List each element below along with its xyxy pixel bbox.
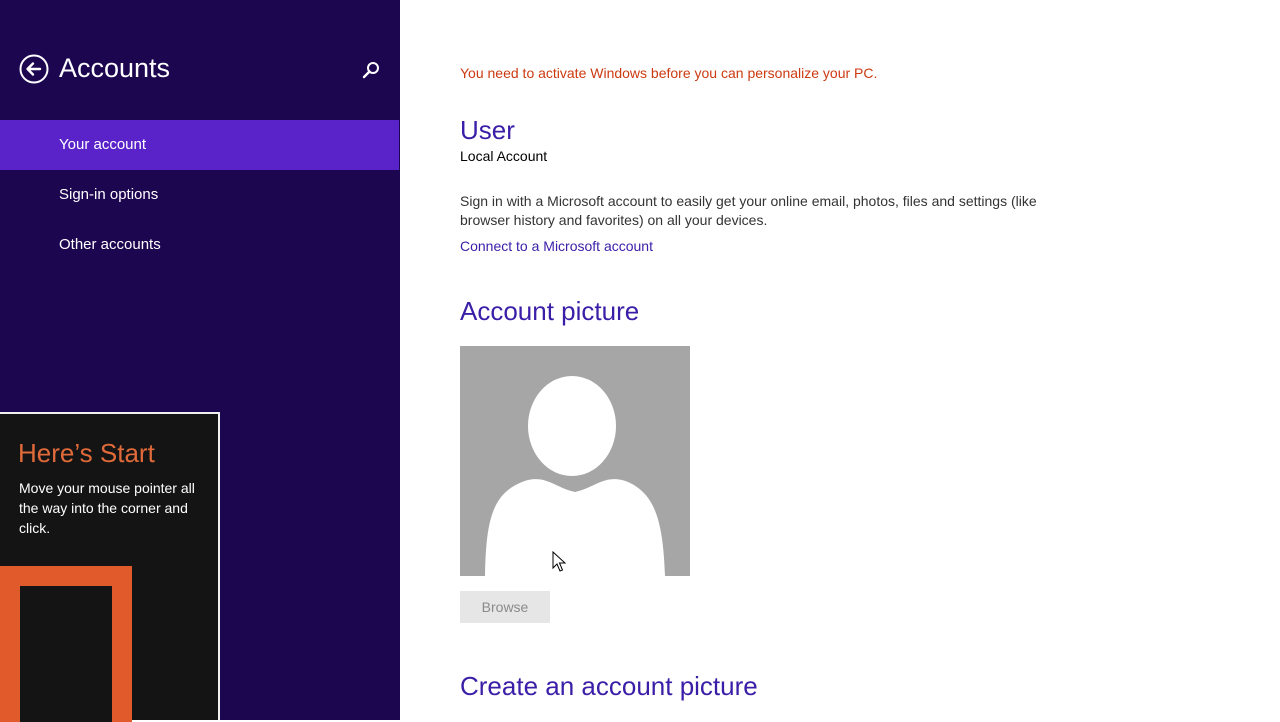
sidebar-item-label: Other accounts <box>59 236 161 253</box>
connect-microsoft-account-link[interactable]: Connect to a Microsoft account <box>460 238 653 254</box>
sidebar-item-label: Your account <box>59 136 147 153</box>
account-picture <box>460 346 690 576</box>
start-corner-icon[interactable] <box>0 566 132 722</box>
sidebar-item-your-account[interactable]: Your account <box>0 120 399 170</box>
page-title: Accounts <box>59 53 171 83</box>
search-icon <box>362 62 379 79</box>
user-heading: User <box>460 115 515 145</box>
sidebar-item-label: Sign-in options <box>59 186 159 203</box>
back-button[interactable] <box>19 54 49 84</box>
sidebar: Accounts Your account Sign-in options Ot… <box>0 0 400 722</box>
start-corner-inner <box>20 586 112 722</box>
back-arrow-icon <box>19 54 49 84</box>
main-content: You need to activate Windows before you … <box>400 0 1280 720</box>
account-picture-heading: Account picture <box>460 296 640 326</box>
microsoft-account-description: Sign in with a Microsoft account to easi… <box>460 193 1037 228</box>
activation-warning[interactable]: You need to activate Windows before you … <box>460 65 877 81</box>
start-tip-title: Here’s Start <box>18 438 155 468</box>
start-tip-body: Move your mouse pointer all the way into… <box>19 480 195 536</box>
account-type: Local Account <box>460 148 548 164</box>
start-tip-panel: Here’s Start Move your mouse pointer all… <box>0 412 220 722</box>
browse-button[interactable]: Browse <box>460 591 550 623</box>
default-user-icon <box>485 376 665 576</box>
sidebar-item-other-accounts[interactable]: Other accounts <box>0 220 399 270</box>
search-button[interactable] <box>360 60 382 82</box>
mouse-cursor-icon <box>552 550 567 573</box>
sidebar-item-sign-in-options[interactable]: Sign-in options <box>0 170 399 220</box>
create-account-picture-heading: Create an account picture <box>460 671 758 701</box>
